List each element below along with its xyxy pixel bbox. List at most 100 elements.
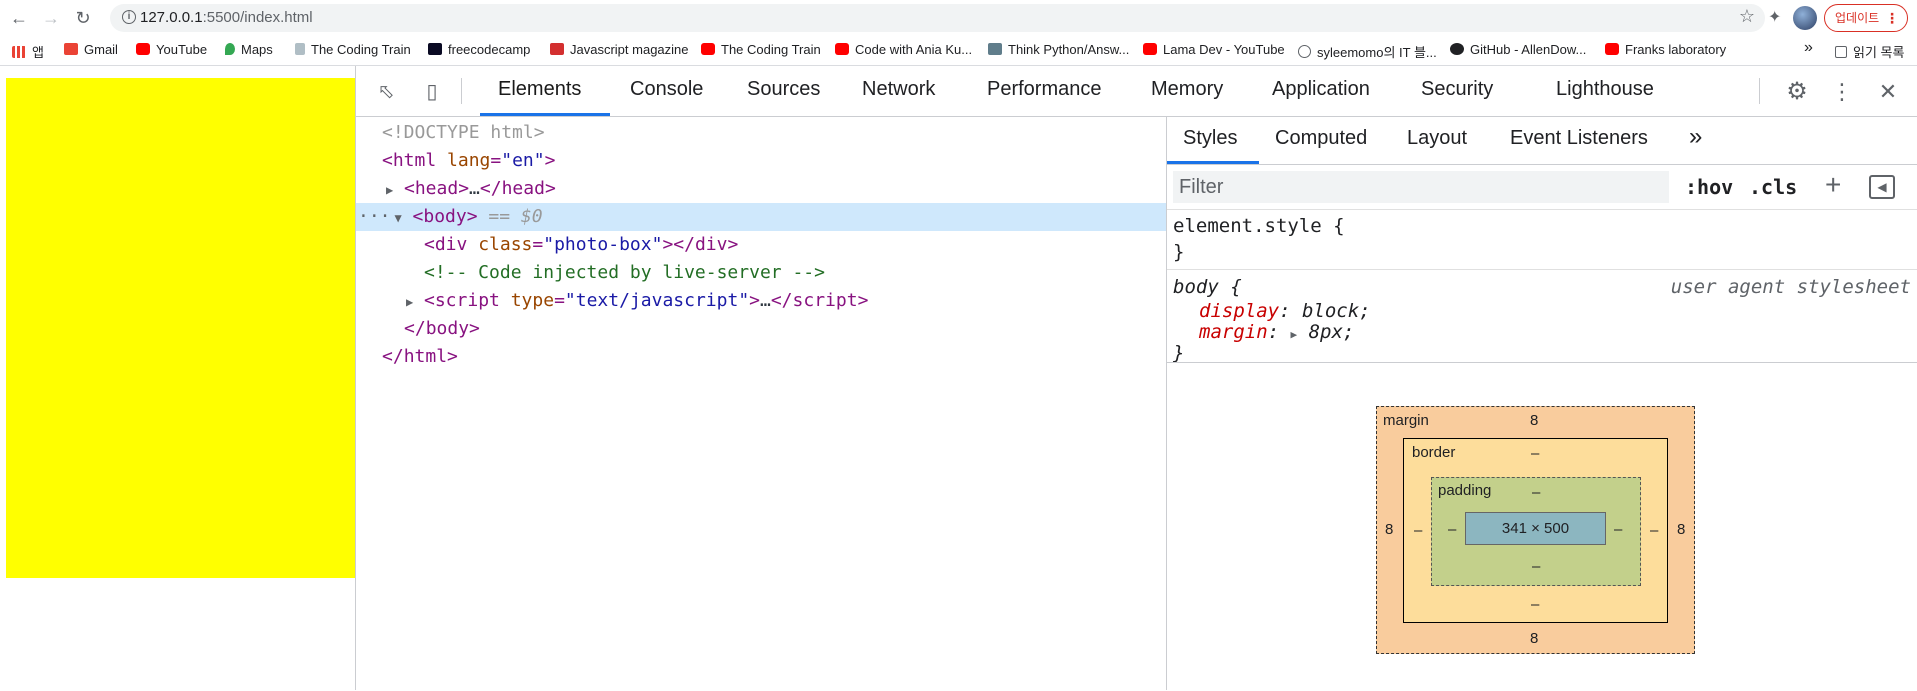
style-property-margin[interactable]: margin: ▶ 8px; <box>1199 321 1354 343</box>
margin-right-value[interactable]: 8 <box>1677 521 1685 538</box>
bookmark-label: 앱 <box>32 45 44 60</box>
bookmark-coding-train-2[interactable]: The Coding Train <box>701 42 821 57</box>
tag-name: script <box>434 290 500 311</box>
rule-close-brace: } <box>1173 342 1185 364</box>
border-top-value[interactable]: – <box>1531 445 1539 462</box>
bookmark-label: YouTube <box>156 42 208 57</box>
padding-top-value[interactable]: – <box>1532 484 1540 501</box>
html-node[interactable]: <html lang="en"> <box>356 147 1166 175</box>
chrome-menu-icon: ⋮ <box>1885 10 1899 26</box>
margin-top-value[interactable]: 8 <box>1530 412 1538 429</box>
doctype-node[interactable]: <!DOCTYPE html> <box>356 119 1166 147</box>
tab-sources[interactable]: Sources <box>747 78 820 101</box>
margin-left-value[interactable]: 8 <box>1385 521 1393 538</box>
reload-icon[interactable]: ↻ <box>72 7 94 29</box>
bookmark-think-python[interactable]: Think Python/Answ... <box>988 42 1129 57</box>
more-tabs-button[interactable]: » <box>1689 123 1702 151</box>
bookmark-coding-train[interactable]: The Coding Train <box>295 42 411 57</box>
box-model-padding[interactable]: padding – – – – 341 × 500 <box>1431 477 1641 586</box>
tab-event-listeners[interactable]: Event Listeners <box>1510 127 1648 150</box>
tab-memory[interactable]: Memory <box>1151 78 1223 101</box>
body-node[interactable]: ··· ▼ <body> == $0 <box>356 203 1166 231</box>
bookmark-gmail[interactable]: Gmail <box>64 42 118 57</box>
back-arrow-icon[interactable]: ← <box>8 7 30 29</box>
box-model-content[interactable]: 341 × 500 <box>1465 512 1606 545</box>
extensions-puzzle-icon[interactable]: ✦ <box>1768 7 1781 27</box>
style-property-display[interactable]: display: block; <box>1199 300 1371 322</box>
margin-bottom-value[interactable]: 8 <box>1530 630 1538 647</box>
bookmarks-overflow-button[interactable]: » <box>1804 39 1813 57</box>
bookmark-maps[interactable]: Maps <box>225 42 273 57</box>
bookmark-apps[interactable]: 앱 <box>12 42 44 61</box>
url-text[interactable]: 127.0.0.1:5500/index.html <box>140 9 313 26</box>
elements-tree: <!DOCTYPE html> <html lang="en"> ▶ <head>… <box>356 117 1167 690</box>
active-tab-indicator <box>480 113 610 116</box>
head-node[interactable]: ▶ <head>…</head> <box>356 175 1166 203</box>
tab-performance[interactable]: Performance <box>987 78 1102 101</box>
padding-label: padding <box>1438 482 1492 499</box>
tab-application[interactable]: Application <box>1272 78 1370 101</box>
tab-styles[interactable]: Styles <box>1183 127 1237 150</box>
close-devtools-icon[interactable]: ✕ <box>1876 80 1900 104</box>
collapse-arrow-icon[interactable]: ▼ <box>395 204 413 232</box>
toggle-sidebar-icon[interactable]: ◀ <box>1869 175 1895 199</box>
bookmark-ania[interactable]: Code with Ania Ku... <box>835 42 972 57</box>
site-info-icon[interactable]: i <box>122 10 136 24</box>
expand-arrow-icon[interactable]: ▶ <box>386 176 404 204</box>
box-model-margin[interactable]: margin 8 8 8 8 border – – – – padding – … <box>1376 406 1695 654</box>
node-actions-icon[interactable]: ··· <box>356 206 391 227</box>
cls-toggle[interactable]: .cls <box>1749 175 1797 199</box>
inspect-element-icon[interactable]: ⬁ <box>374 80 398 104</box>
border-right-value[interactable]: – <box>1650 522 1658 539</box>
update-button[interactable]: 업데이트 ⋮ <box>1824 4 1908 32</box>
styles-filter-input[interactable]: Filter <box>1173 171 1669 203</box>
globe-icon <box>1298 45 1311 58</box>
body-selector[interactable]: body <box>1173 276 1219 298</box>
padding-left-value[interactable]: – <box>1448 521 1456 538</box>
settings-gear-icon[interactable]: ⚙ <box>1785 80 1809 104</box>
bookmark-label: syleemomo의 IT 블... <box>1317 45 1437 60</box>
youtube-icon <box>136 43 150 55</box>
attr-name: class <box>478 234 533 255</box>
more-options-icon[interactable]: ⋮ <box>1830 80 1854 104</box>
property-value: 8px; <box>1308 321 1355 343</box>
padding-bottom-value[interactable]: – <box>1532 558 1540 575</box>
apps-grid-icon <box>12 46 26 58</box>
bookmark-freecodecamp[interactable]: freecodecamp <box>428 42 530 57</box>
reading-list-button[interactable]: 읽기 목록 <box>1835 42 1904 61</box>
border-left-value[interactable]: – <box>1414 522 1422 539</box>
bookmark-github[interactable]: GitHub - AllenDow... <box>1450 42 1586 57</box>
bookmark-js-magazine[interactable]: Javascript magazine <box>550 42 689 57</box>
hov-toggle[interactable]: :hov <box>1685 175 1733 199</box>
tab-network[interactable]: Network <box>862 78 935 101</box>
new-style-rule-button[interactable]: + <box>1825 169 1841 201</box>
bookmark-lama-dev[interactable]: Lama Dev - YouTube <box>1143 42 1285 57</box>
element-style-rule: element.style { } <box>1167 209 1917 270</box>
body-close-node[interactable]: </body> <box>356 315 1166 343</box>
expand-arrow-icon[interactable]: ▶ <box>406 288 424 316</box>
script-node[interactable]: ▶ <script type="text/javascript">…</scrip… <box>356 287 1166 315</box>
element-style-selector[interactable]: element.style { <box>1173 215 1345 237</box>
doctype-text: <!DOCTYPE html> <box>382 122 545 143</box>
device-toolbar-icon[interactable]: ▯ <box>420 80 444 104</box>
bookmark-star-icon[interactable]: ☆ <box>1739 6 1755 27</box>
attr-value: "text/javascript" <box>564 290 750 311</box>
bookmark-syleemomo[interactable]: syleemomo의 IT 블... <box>1298 42 1437 61</box>
padding-right-value[interactable]: – <box>1614 521 1622 538</box>
tab-computed[interactable]: Computed <box>1275 127 1367 150</box>
comment-node[interactable]: <!-- Code injected by live-server --> <box>356 259 1166 287</box>
tab-layout[interactable]: Layout <box>1407 127 1467 150</box>
box-model-border[interactable]: border – – – – padding – – – – 341 × 500 <box>1403 438 1668 623</box>
html-close-node[interactable]: </html> <box>356 343 1166 371</box>
bookmark-franks-lab[interactable]: Franks laboratory <box>1605 42 1726 57</box>
border-bottom-value[interactable]: – <box>1531 596 1539 613</box>
tab-security[interactable]: Security <box>1421 78 1493 101</box>
address-bar[interactable]: i 127.0.0.1:5500/index.html ☆ <box>110 4 1765 32</box>
bookmark-youtube[interactable]: YouTube <box>136 42 207 57</box>
tab-elements[interactable]: Elements <box>498 78 581 101</box>
tab-console[interactable]: Console <box>630 78 703 101</box>
tab-lighthouse[interactable]: Lighthouse <box>1556 78 1654 101</box>
div-node[interactable]: <div class="photo-box"></div> <box>356 231 1166 259</box>
forward-arrow-icon[interactable]: → <box>40 7 62 29</box>
profile-avatar[interactable] <box>1793 6 1817 30</box>
